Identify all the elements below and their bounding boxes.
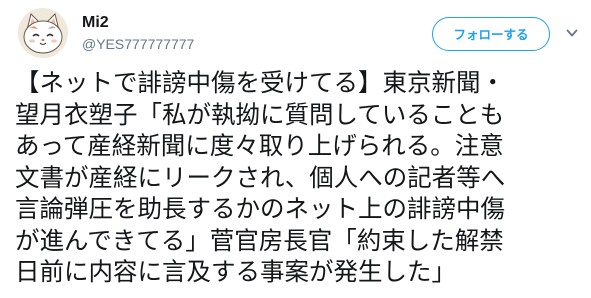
tweet-text: 【ネットで誹謗中傷を受けてる】東京新聞・ 望月衣塑子「私が執拗に質問していること… xyxy=(15,67,585,288)
tweet-line: 文書が産経にリークされ、個人への記者等へ xyxy=(15,162,506,192)
display-name[interactable]: Mi2 xyxy=(82,13,109,33)
tweet-line: 望月衣塑子「私が執拗に質問していることも xyxy=(15,99,505,129)
tweet-line: 言論弾圧を助長するかのネット上の誹謗中傷 xyxy=(15,194,505,223)
tweet-line: が進んできてる」菅官房長官「約束した解禁 xyxy=(15,225,504,255)
chevron-down-icon[interactable] xyxy=(565,26,579,40)
avatar[interactable] xyxy=(18,8,68,58)
follow-button[interactable]: フォローする xyxy=(432,17,550,51)
user-handle[interactable]: @YES777777777 xyxy=(82,35,194,53)
tweet-line: 日前に内容に言及する事案が発生した」 xyxy=(15,257,456,286)
tweet-card: Mi2 @YES777777777 フォローする 【ネットで誹謗中傷を受けてる】… xyxy=(0,0,591,298)
cat-avatar-icon xyxy=(18,8,68,58)
tweet-line: あって産経新聞に度々取り上げられる。注意 xyxy=(15,131,504,160)
tweet-line: 【ネットで誹謗中傷を受けてる】東京新聞・ xyxy=(15,68,505,97)
